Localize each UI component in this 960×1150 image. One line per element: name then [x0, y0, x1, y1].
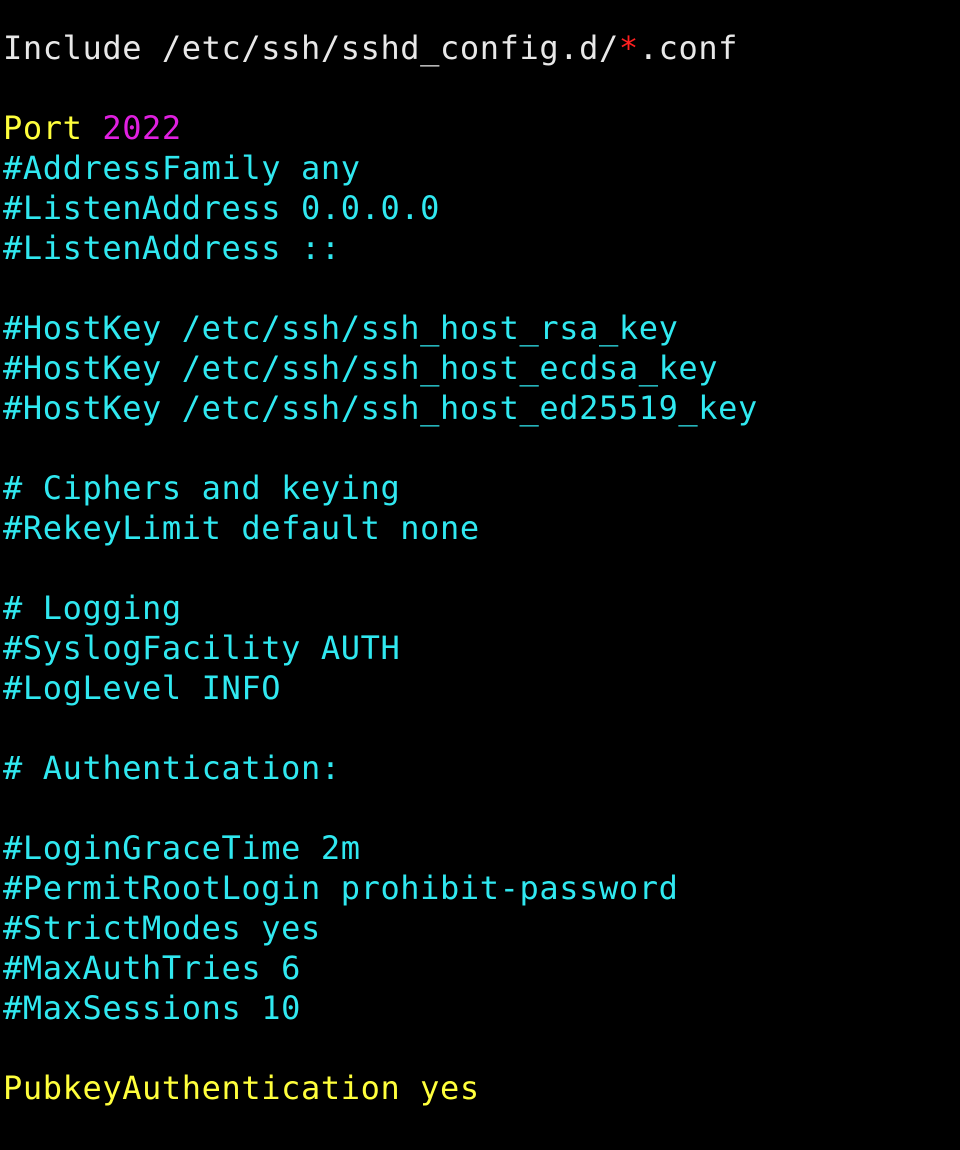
comment-line-permit-root-login: #PermitRootLogin prohibit-password	[3, 869, 679, 907]
comment-line-hostkey-ecdsa: #HostKey /etc/ssh/ssh_host_ecdsa_key	[3, 349, 719, 387]
comment-line-address-family: #AddressFamily any	[3, 149, 361, 187]
comment-line-ciphers-heading: # Ciphers and keying	[3, 469, 401, 507]
comment-line-listen-address-ipv6: #ListenAddress ::	[3, 229, 341, 267]
comment-line-strict-modes: #StrictModes yes	[3, 909, 321, 947]
comment-line-listen-address-ipv4: #ListenAddress 0.0.0.0	[3, 189, 441, 227]
include-directive-text: Include /etc/ssh/sshd_config.d/	[3, 29, 619, 67]
terminal-window[interactable]: Include /etc/ssh/sshd_config.d/*.conf Po…	[0, 0, 960, 1150]
comment-line-max-auth-tries: #MaxAuthTries 6	[3, 949, 301, 987]
comment-line-rekey-limit: #RekeyLimit default none	[3, 509, 480, 547]
port-value: 2022	[102, 109, 182, 147]
port-keyword: Port	[3, 109, 103, 147]
comment-line-hostkey-rsa: #HostKey /etc/ssh/ssh_host_rsa_key	[3, 309, 679, 347]
comment-line-login-grace-time: #LoginGraceTime 2m	[3, 829, 361, 867]
config-line-pubkey-authentication: PubkeyAuthentication yes	[3, 1069, 480, 1107]
comment-line-log-level: #LogLevel INFO	[3, 669, 282, 707]
comment-line-authentication-heading: # Authentication:	[3, 749, 341, 787]
sshd-config-text[interactable]: Include /etc/ssh/sshd_config.d/*.conf Po…	[3, 28, 758, 1108]
comment-line-hostkey-ed25519: #HostKey /etc/ssh/ssh_host_ed25519_key	[3, 389, 758, 427]
config-line-port: Port 2022	[3, 108, 758, 148]
config-line-include: Include /etc/ssh/sshd_config.d/*.conf	[3, 28, 758, 68]
glob-wildcard: *	[618, 29, 639, 67]
comment-line-syslog-facility: #SyslogFacility AUTH	[3, 629, 401, 667]
include-extension-text: .conf	[638, 29, 739, 67]
comment-line-max-sessions: #MaxSessions 10	[3, 989, 301, 1027]
comment-line-logging-heading: # Logging	[3, 589, 182, 627]
